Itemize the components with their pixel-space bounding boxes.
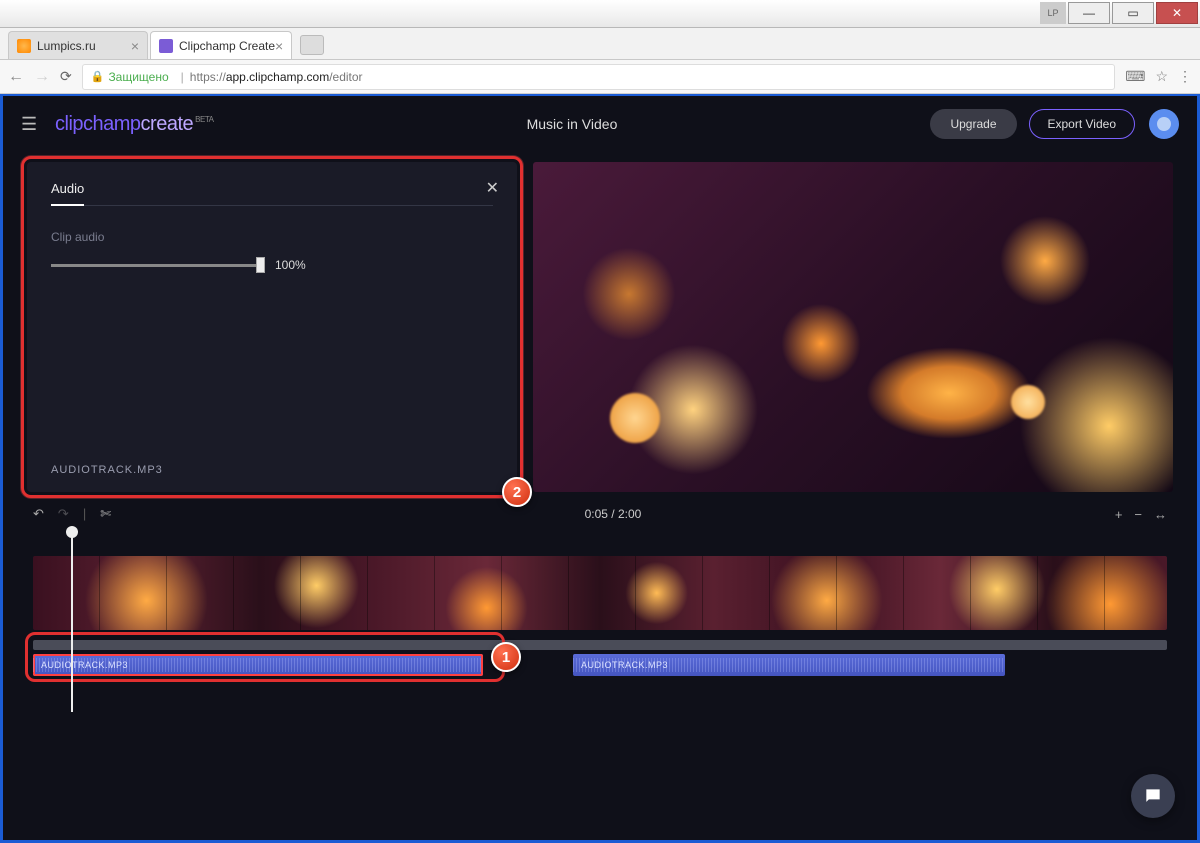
window-maximize[interactable]: ▭ — [1112, 2, 1154, 24]
secure-label: Защищено — [108, 70, 168, 84]
redo-icon[interactable]: ↷ — [58, 506, 69, 522]
new-tab-button[interactable] — [300, 35, 324, 55]
audio-clip-label: AUDIOTRACK.MP3 — [581, 660, 668, 670]
zoom-out-icon[interactable]: − — [1134, 507, 1142, 522]
zoom-in-icon[interactable]: + — [1115, 507, 1123, 522]
tab-title: Clipchamp Create — [179, 39, 275, 53]
annotation-badge: 2 — [502, 477, 532, 507]
browser-tab[interactable]: Clipchamp Create × — [150, 31, 292, 59]
upgrade-button[interactable]: Upgrade — [930, 109, 1016, 139]
timeline-time: 0:05 / 2:00 — [111, 507, 1115, 521]
audio-clip[interactable]: AUDIOTRACK.MP3 — [573, 654, 1005, 676]
timeline-ruler[interactable] — [33, 534, 1167, 556]
playhead[interactable] — [71, 530, 73, 712]
chat-icon — [1143, 786, 1163, 806]
audio-clip[interactable]: AUDIOTRACK.MP3 — [33, 654, 483, 676]
url-path: /editor — [329, 70, 362, 84]
favicon-icon — [159, 39, 173, 53]
window-titlebar: LP — ▭ ✕ — [0, 0, 1200, 28]
browser-address-bar: ← → ⟳ 🔒 Защищено | https://app.clipchamp… — [0, 60, 1200, 94]
browser-menu-icon[interactable]: ⋮ — [1178, 68, 1192, 85]
nav-forward-icon[interactable]: → — [34, 68, 50, 86]
video-track[interactable] — [33, 556, 1167, 630]
audio-clip-label: AUDIOTRACK.MP3 — [41, 660, 128, 670]
hamburger-icon[interactable]: ☰ — [21, 114, 45, 135]
clipchamp-app: ☰ clipchampcreateBETA Music in Video Upg… — [0, 94, 1200, 843]
app-logo: clipchampcreateBETA — [55, 113, 213, 136]
volume-value: 100% — [275, 258, 306, 272]
window-profile-badge: LP — [1040, 2, 1066, 24]
timeline-toolbar: ↶ ↷ | ✄ 0:05 / 2:00 + − ↔ — [3, 500, 1197, 530]
url-host: app.clipchamp.com — [226, 70, 329, 84]
panel-tab-audio[interactable]: Audio — [51, 181, 84, 206]
export-video-button[interactable]: Export Video — [1029, 109, 1136, 139]
translate-icon[interactable]: ⌨ — [1125, 68, 1145, 85]
tab-close-icon[interactable]: × — [275, 38, 283, 54]
audio-track-row: AUDIOTRACK.MP3 AUDIOTRACK.MP3 1 — [33, 640, 1167, 676]
volume-slider[interactable] — [51, 264, 261, 267]
url-proto: https:// — [190, 70, 226, 84]
window-minimize[interactable]: — — [1068, 2, 1110, 24]
clip-filename: AUDIOTRACK.MP3 — [51, 464, 163, 476]
user-avatar[interactable] — [1149, 109, 1179, 139]
video-preview[interactable] — [533, 162, 1173, 492]
app-header: ☰ clipchampcreateBETA Music in Video Upg… — [3, 96, 1197, 152]
tab-close-icon[interactable]: × — [131, 38, 139, 54]
favicon-icon — [17, 39, 31, 53]
window-close[interactable]: ✕ — [1156, 2, 1198, 24]
star-icon[interactable]: ☆ — [1155, 68, 1168, 85]
close-icon[interactable]: ✕ — [486, 178, 499, 198]
reload-icon[interactable]: ⟳ — [60, 68, 72, 85]
url-input[interactable]: 🔒 Защищено | https://app.clipchamp.com/e… — [82, 64, 1115, 90]
undo-icon[interactable]: ↶ — [33, 506, 44, 522]
slider-thumb[interactable] — [256, 257, 265, 273]
browser-tab[interactable]: Lumpics.ru × — [8, 31, 148, 59]
zoom-fit-icon[interactable]: ↔ — [1154, 507, 1167, 522]
scissors-icon[interactable]: ✄ — [100, 506, 111, 522]
spacer-track — [33, 640, 1167, 650]
annotation-badge: 1 — [491, 642, 521, 672]
tab-title: Lumpics.ru — [37, 39, 96, 53]
audio-properties-panel: ✕ Audio Clip audio 100% AUDIOTRACK.MP3 — [27, 162, 517, 492]
lock-icon: 🔒 — [91, 70, 105, 83]
help-chat-button[interactable] — [1131, 774, 1175, 818]
project-title: Music in Video — [213, 116, 930, 132]
browser-tabbar: Lumpics.ru × Clipchamp Create × — [0, 28, 1200, 60]
clip-audio-label: Clip audio — [51, 230, 493, 244]
nav-back-icon[interactable]: ← — [8, 68, 24, 86]
timeline[interactable]: AUDIOTRACK.MP3 AUDIOTRACK.MP3 1 — [3, 530, 1197, 720]
